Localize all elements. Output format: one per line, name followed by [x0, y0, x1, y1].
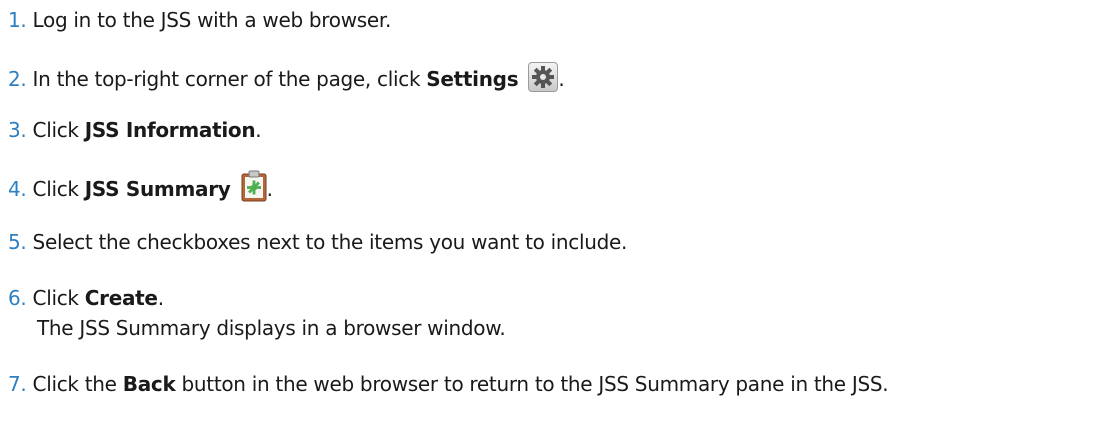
- step-4: 4. Click JSS Summary .: [8, 170, 273, 203]
- step-text: Select the checkboxes next to the items …: [32, 230, 628, 254]
- step-number: 5.: [8, 230, 27, 254]
- back-label: Back: [122, 372, 176, 396]
- clipboard-icon: [241, 170, 267, 202]
- step-number: 7.: [8, 372, 27, 396]
- step-6: 6. Click Create.: [8, 284, 164, 312]
- step-7: 7. Click the Back button in the web brow…: [8, 370, 889, 398]
- step-period: .: [255, 118, 262, 142]
- step-3: 3. Click JSS Information.: [8, 116, 262, 144]
- step-period: .: [558, 67, 565, 91]
- gear-icon: [528, 62, 559, 92]
- step-text: Log in to the JSS with a web browser.: [32, 8, 392, 32]
- step-2: 2. In the top-right corner of the page, …: [8, 62, 565, 93]
- jss-summary-label: JSS Summary: [84, 177, 231, 201]
- step-number: 2.: [8, 67, 27, 91]
- step-number: 1.: [8, 8, 27, 32]
- step-tail: button in the web browser to return to t…: [175, 372, 889, 396]
- step-period: .: [266, 177, 273, 201]
- create-label: Create: [84, 286, 158, 310]
- instruction-steps: 1. Log in to the JSS with a web browser.…: [0, 0, 1097, 430]
- step-text: In the top-right corner of the page, cli…: [32, 67, 427, 91]
- step-1: 1. Log in to the JSS with a web browser.: [8, 6, 391, 34]
- jss-information-label: JSS Information: [84, 118, 256, 142]
- settings-label: Settings: [426, 67, 519, 91]
- step-5: 5. Select the checkboxes next to the ite…: [8, 228, 627, 256]
- step-text: Click: [32, 177, 85, 201]
- step-number: 6.: [8, 286, 27, 310]
- step-number: 4.: [8, 177, 27, 201]
- step-number: 3.: [8, 118, 27, 142]
- step-text: Click: [32, 286, 85, 310]
- step-period: .: [157, 286, 164, 310]
- step-text: Click the: [32, 372, 123, 396]
- step-text: Click: [32, 118, 85, 142]
- step-6-result: The JSS Summary displays in a browser wi…: [37, 316, 506, 340]
